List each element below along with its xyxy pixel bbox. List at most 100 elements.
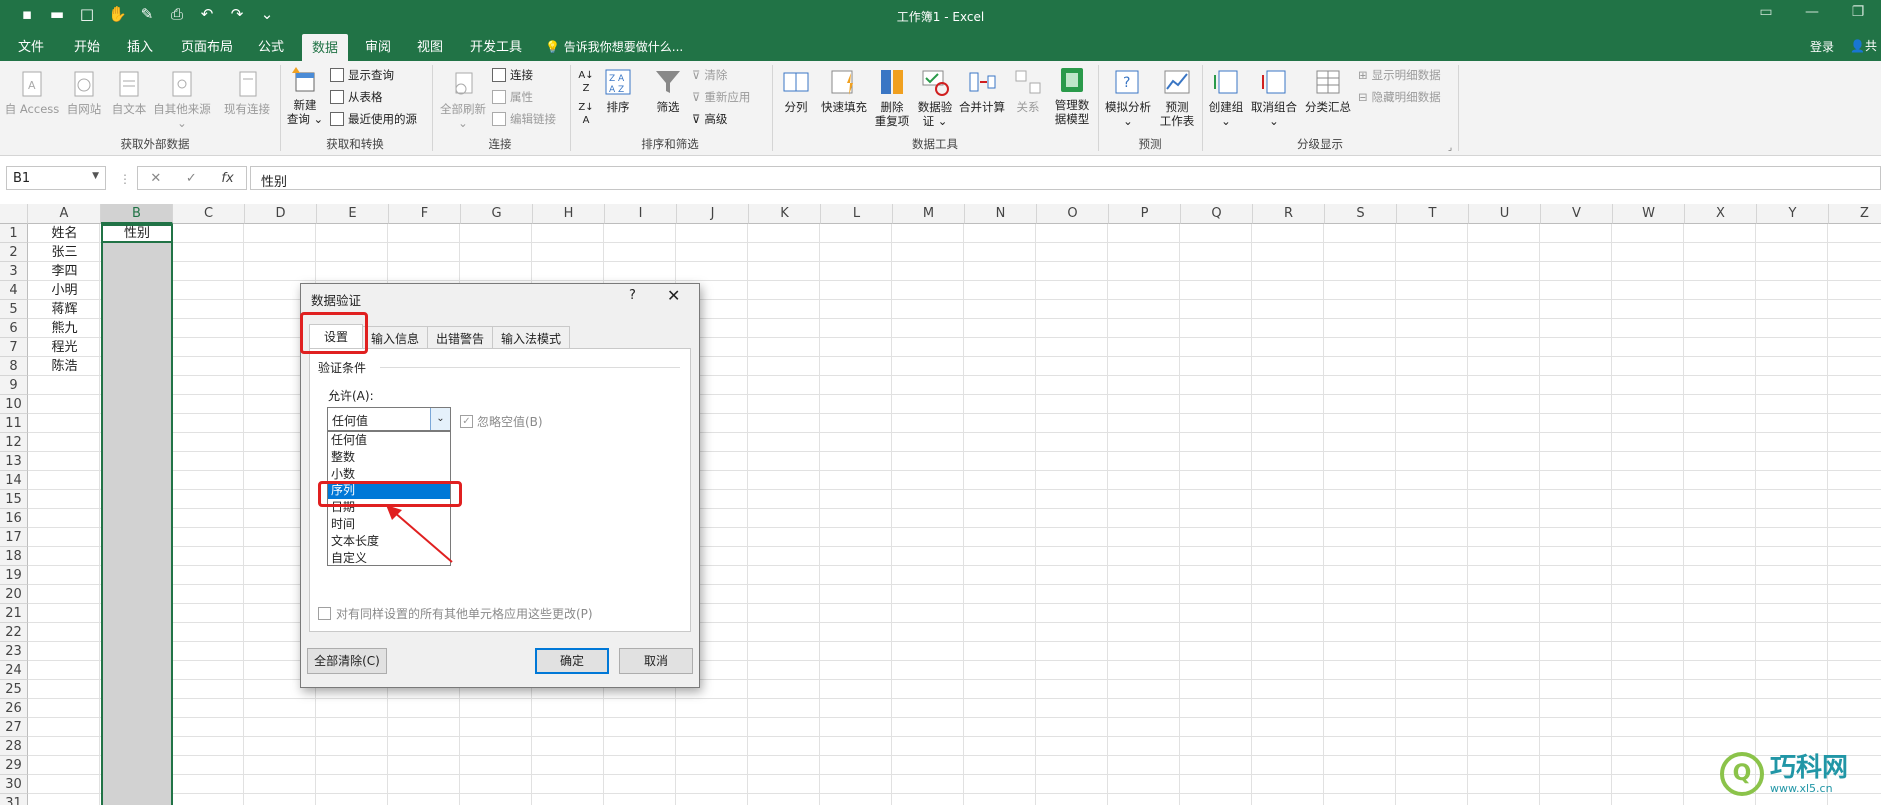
- close-icon[interactable]: ✕: [667, 286, 680, 305]
- row-header[interactable]: 4: [0, 281, 28, 300]
- row-header[interactable]: 29: [0, 756, 28, 775]
- cell-b1[interactable]: 性别: [101, 224, 173, 243]
- option-any-value[interactable]: 任何值: [328, 432, 450, 449]
- forecast-sheet-button[interactable]: 预测 工作表: [1156, 67, 1198, 128]
- share-button[interactable]: 👤共: [1850, 37, 1877, 54]
- data-validation-button[interactable]: 数据验证 ⌄: [914, 67, 956, 128]
- name-box[interactable]: B1 ▼: [6, 166, 106, 190]
- column-header-a[interactable]: A: [28, 204, 101, 224]
- reapply-button[interactable]: ⊽ 重新应用: [692, 89, 750, 105]
- from-web-button[interactable]: 自网站: [62, 69, 106, 116]
- row-header[interactable]: 2: [0, 243, 28, 262]
- apply-all-checkbox[interactable]: 对有同样设置的所有其他单元格应用这些更改(P): [318, 605, 593, 622]
- new-query-button[interactable]: 新建 查询 ⌄: [286, 65, 324, 126]
- column-header-e[interactable]: E: [317, 204, 389, 224]
- row-header[interactable]: 22: [0, 623, 28, 642]
- row-header[interactable]: 13: [0, 452, 28, 471]
- column-header-g[interactable]: G: [461, 204, 533, 224]
- edit-links-button[interactable]: 编辑链接: [492, 111, 556, 127]
- column-header-c[interactable]: C: [173, 204, 245, 224]
- remove-duplicates-button[interactable]: 删除 重复项: [870, 67, 914, 128]
- cell-a1[interactable]: 姓名: [28, 224, 101, 243]
- row-header[interactable]: 20: [0, 585, 28, 604]
- clear-filter-button[interactable]: ⊽ 清除: [692, 67, 727, 83]
- tab-ime-mode[interactable]: 输入法模式: [492, 326, 571, 348]
- column-header-p[interactable]: P: [1109, 204, 1181, 224]
- row-header[interactable]: 31: [0, 794, 28, 805]
- column-header-l[interactable]: L: [821, 204, 893, 224]
- cell-a4[interactable]: 小明: [28, 281, 101, 300]
- sort-ascending-button[interactable]: A↓ Z: [575, 69, 597, 95]
- row-header[interactable]: 10: [0, 395, 28, 414]
- help-button[interactable]: ?: [629, 288, 636, 303]
- cell-a3[interactable]: 李四: [28, 262, 101, 281]
- column-header-z[interactable]: Z: [1829, 204, 1881, 224]
- row-header[interactable]: 24: [0, 661, 28, 680]
- column-header-n[interactable]: N: [965, 204, 1037, 224]
- row-header[interactable]: 21: [0, 604, 28, 623]
- column-header-t[interactable]: T: [1397, 204, 1469, 224]
- row-header[interactable]: 12: [0, 433, 28, 452]
- filter-button[interactable]: 筛选: [650, 67, 686, 114]
- refresh-all-button[interactable]: 全部刷新 ⌄: [436, 69, 490, 130]
- cell-a8[interactable]: 陈浩: [28, 357, 101, 376]
- row-header[interactable]: 3: [0, 262, 28, 281]
- chevron-down-icon[interactable]: ⌄: [430, 408, 450, 430]
- column-header-q[interactable]: Q: [1181, 204, 1253, 224]
- cancel-button[interactable]: 取消: [619, 648, 693, 674]
- what-if-analysis-button[interactable]: ? 模拟分析 ⌄: [1102, 67, 1154, 128]
- recent-sources-button[interactable]: 最近使用的源: [330, 111, 417, 127]
- insert-function-icon[interactable]: fx: [221, 171, 233, 186]
- column-header-u[interactable]: U: [1469, 204, 1541, 224]
- row-header[interactable]: 9: [0, 376, 28, 395]
- column-header-d[interactable]: D: [245, 204, 317, 224]
- selected-column-b[interactable]: [101, 224, 173, 805]
- enter-entry-icon[interactable]: ✓: [186, 171, 197, 186]
- sort-button[interactable]: Z AA Z 排序: [600, 67, 636, 114]
- tab-input-message[interactable]: 输入信息: [362, 326, 429, 348]
- row-header[interactable]: 26: [0, 699, 28, 718]
- row-header[interactable]: 5: [0, 300, 28, 319]
- tab-insert[interactable]: 插入: [127, 36, 153, 55]
- column-header-h[interactable]: H: [533, 204, 605, 224]
- row-header[interactable]: 23: [0, 642, 28, 661]
- properties-button[interactable]: 属性: [492, 89, 533, 105]
- row-header[interactable]: 15: [0, 490, 28, 509]
- column-header-b[interactable]: B: [101, 204, 173, 224]
- tab-error-alert[interactable]: 出错警告: [427, 326, 494, 348]
- tell-me-search[interactable]: 💡 告诉我你想要做什么...: [545, 38, 683, 55]
- row-header[interactable]: 30: [0, 775, 28, 794]
- ignore-blank-checkbox[interactable]: ✓ 忽略空值(B): [460, 413, 543, 430]
- text-to-columns-button[interactable]: 分列: [776, 67, 816, 114]
- tab-formulas[interactable]: 公式: [258, 36, 284, 55]
- relationships-button[interactable]: 关系: [1010, 67, 1046, 114]
- row-header[interactable]: 18: [0, 547, 28, 566]
- column-header-m[interactable]: M: [893, 204, 965, 224]
- ok-button[interactable]: 确定: [535, 648, 609, 674]
- tab-view[interactable]: 视图: [417, 36, 443, 55]
- from-text-button[interactable]: 自文本: [107, 69, 151, 116]
- column-header-x[interactable]: X: [1685, 204, 1757, 224]
- cancel-entry-icon[interactable]: ✕: [150, 171, 161, 186]
- advanced-filter-button[interactable]: ⊽ 高级: [692, 111, 727, 127]
- row-header[interactable]: 1: [0, 224, 28, 243]
- worksheet-grid[interactable]: 性别 ABCDEFGHIJKLMNOPQRSTUVWXYZ 1234567891…: [0, 204, 1881, 805]
- ribbon-display-icon[interactable]: ▭: [1743, 4, 1789, 20]
- row-header[interactable]: 17: [0, 528, 28, 547]
- row-header[interactable]: 11: [0, 414, 28, 433]
- group-rows-button[interactable]: 创建组 ⌄: [1205, 67, 1247, 128]
- column-header-j[interactable]: J: [677, 204, 749, 224]
- from-table-button[interactable]: 从表格: [330, 89, 383, 105]
- row-header[interactable]: 28: [0, 737, 28, 756]
- column-header-y[interactable]: Y: [1757, 204, 1829, 224]
- outline-dialog-launcher-icon[interactable]: ⌟: [1444, 141, 1456, 155]
- manage-data-model-button[interactable]: 管理数 据模型: [1050, 65, 1094, 126]
- tab-review[interactable]: 审阅: [365, 36, 391, 55]
- from-other-sources-button[interactable]: 自其他来源 ⌄: [150, 69, 214, 130]
- minimize-icon[interactable]: —: [1789, 4, 1835, 20]
- subtotal-button[interactable]: 分类汇总: [1302, 67, 1354, 114]
- clear-all-button[interactable]: 全部清除(C): [307, 648, 387, 674]
- cell-a5[interactable]: 蒋辉: [28, 300, 101, 319]
- option-whole-number[interactable]: 整数: [328, 449, 450, 466]
- row-header[interactable]: 7: [0, 338, 28, 357]
